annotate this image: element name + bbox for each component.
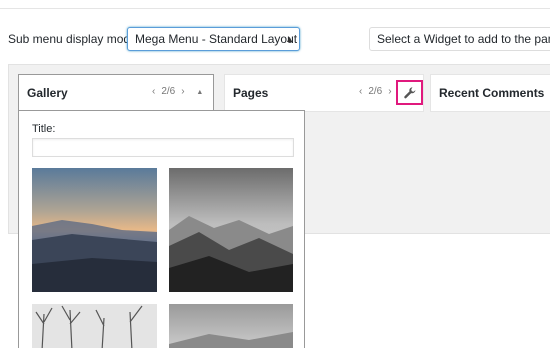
widget-gallery-pager: ‹ 2/6 › ▲: [149, 86, 206, 97]
widget-settings-button[interactable]: [396, 80, 423, 105]
gallery-image[interactable]: [32, 304, 157, 348]
gallery-settings-panel: Title:: [18, 110, 305, 348]
submenu-mode-select[interactable]: Mega Menu - Standard Layout ▲: [127, 27, 300, 51]
submenu-mode-label: Sub menu display mode: [8, 32, 137, 46]
widget-gallery[interactable]: Gallery ‹ 2/6 › ▲: [18, 74, 214, 110]
add-widget-select[interactable]: Select a Widget to add to the panel: [369, 27, 550, 51]
gallery-image[interactable]: [169, 168, 293, 292]
add-widget-value: Select a Widget to add to the panel: [377, 32, 550, 46]
widget-pages-pager: ‹ 2/6 ›: [356, 86, 395, 97]
widget-pages-page: 2/6: [368, 86, 383, 97]
chevron-right-icon[interactable]: ›: [181, 86, 184, 97]
gallery-title-label: Title:: [32, 123, 56, 135]
top-divider: [0, 8, 550, 9]
widget-recent-comments-title: Recent Comments: [439, 86, 545, 100]
gallery-title-input[interactable]: [32, 138, 294, 157]
wrench-icon: [404, 87, 416, 99]
chevron-right-icon[interactable]: ›: [388, 86, 391, 97]
widget-pages-title: Pages: [233, 86, 269, 100]
widget-recent-comments[interactable]: Recent Comments: [430, 74, 550, 112]
chevron-left-icon[interactable]: ‹: [152, 86, 155, 97]
widget-pages[interactable]: Pages ‹ 2/6 ›: [224, 74, 424, 112]
gallery-image[interactable]: [32, 168, 157, 292]
widget-gallery-title: Gallery: [27, 86, 68, 100]
chevron-left-icon[interactable]: ‹: [359, 86, 362, 97]
widget-gallery-page: 2/6: [161, 86, 176, 97]
select-arrows-icon: ▲: [285, 34, 294, 44]
triangle-up-icon[interactable]: ▲: [196, 89, 203, 96]
gallery-image[interactable]: [169, 304, 293, 348]
submenu-mode-value: Mega Menu - Standard Layout: [135, 32, 298, 46]
